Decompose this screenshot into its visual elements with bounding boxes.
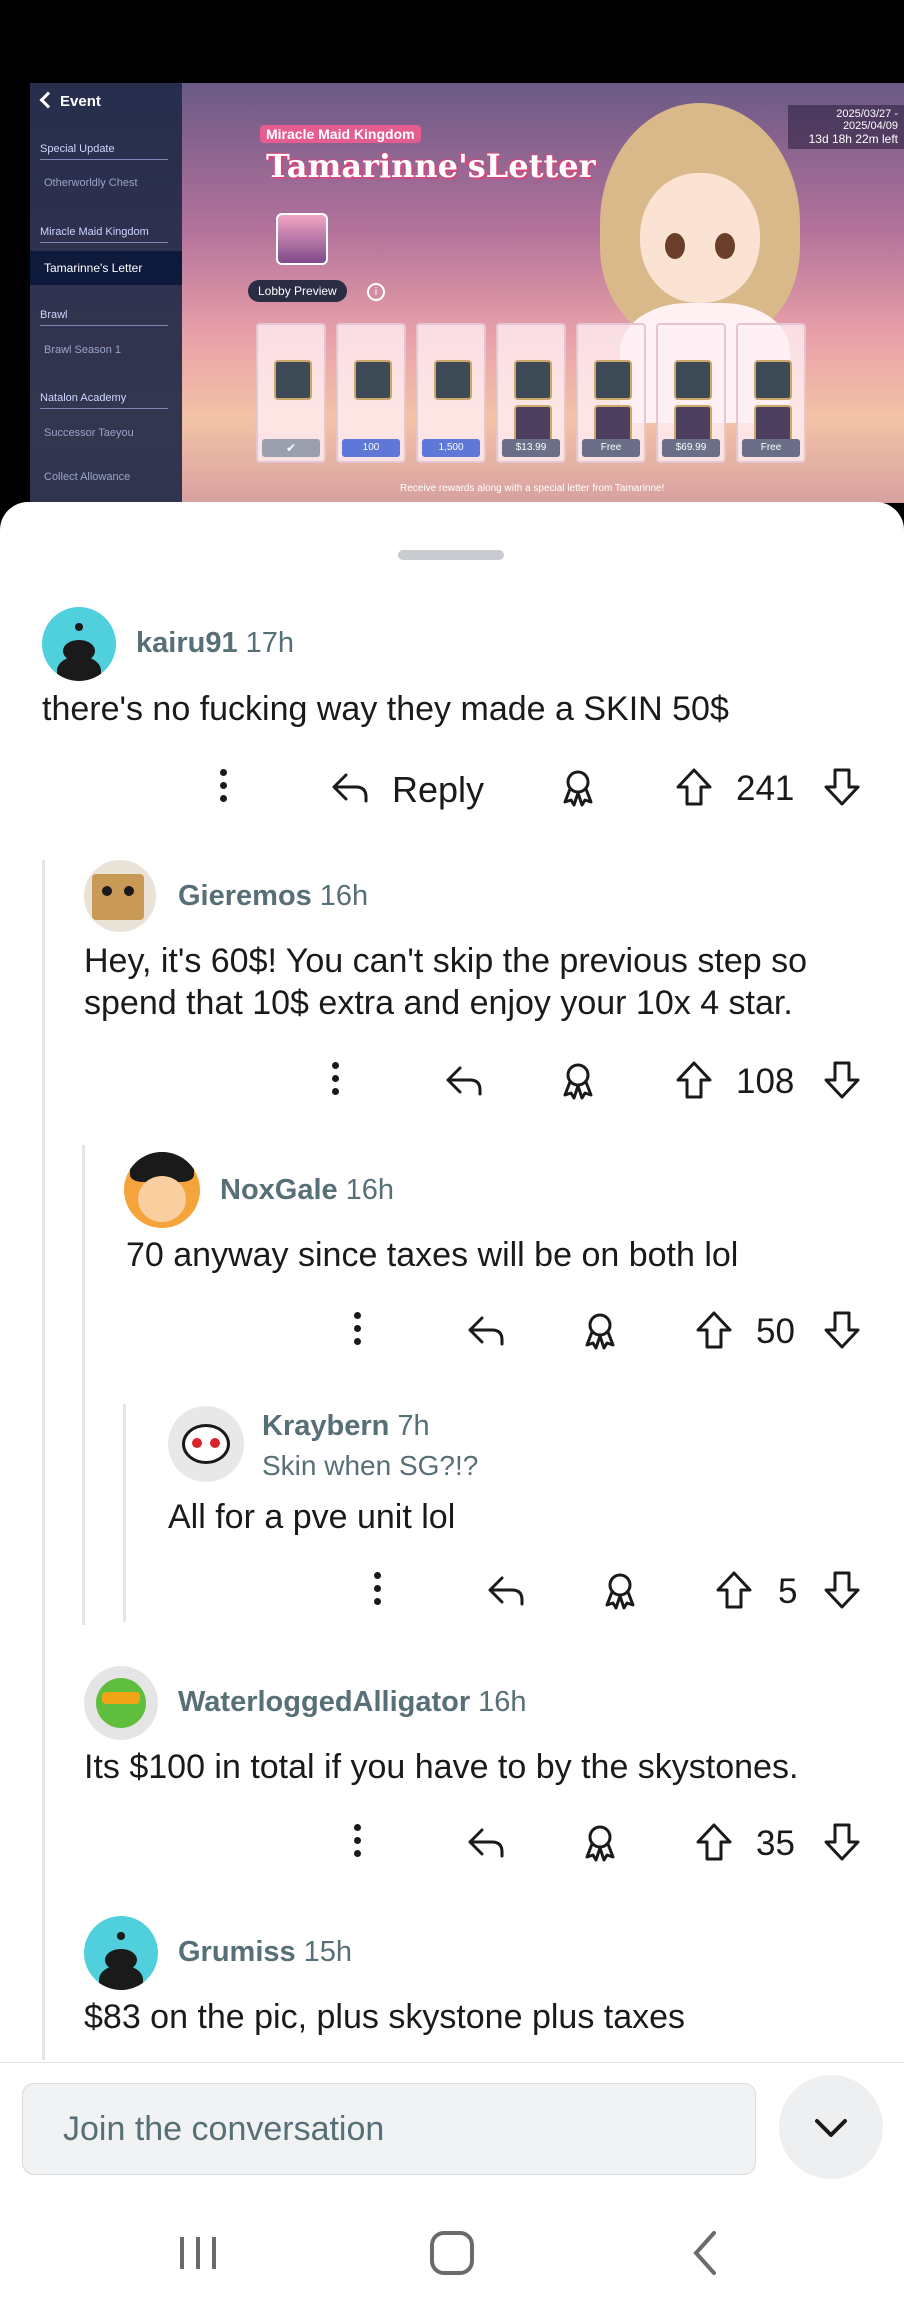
comment-author[interactable]: kairu91 17h [136, 627, 294, 660]
sidebar-section: Special Update [40, 143, 168, 160]
price-label: $13.99 [502, 439, 560, 457]
vote-score: 5 [778, 1572, 798, 1611]
comment-text: $83 on the pic, plus skystone plus taxes [84, 1998, 686, 2036]
thread-line[interactable] [42, 860, 45, 2060]
event-screenshot: Event Special Update Otherworldly Chest … [30, 83, 904, 503]
sidebar-item: Successor Taeyou [44, 427, 134, 439]
sidebar-item: Otherworldly Chest [44, 177, 138, 189]
avatar[interactable] [168, 1406, 244, 1482]
upvote-icon[interactable] [672, 765, 716, 809]
sidebar-item-active: Tamarinne's Letter [30, 251, 182, 285]
comment-actions: 50 [0, 1308, 904, 1358]
reply-icon[interactable] [328, 765, 372, 809]
upvote-icon[interactable] [712, 1568, 756, 1612]
comment-text: Its $100 in total if you have to by the … [84, 1748, 799, 1786]
avatar[interactable] [84, 860, 156, 932]
downvote-icon[interactable] [820, 765, 864, 809]
upvote-icon[interactable] [672, 1058, 716, 1102]
info-icon: i [367, 283, 385, 301]
system-nav-bar [0, 2223, 904, 2316]
price-label: Free [742, 439, 800, 457]
comment-actions: 35 [0, 1820, 904, 1870]
reward-slots: ✔ 100 1,500 $13.99 Free $69.99 Free [256, 323, 826, 463]
downvote-icon[interactable] [820, 1820, 864, 1864]
sheet-drag-handle[interactable] [398, 550, 504, 560]
downvote-icon[interactable] [820, 1308, 864, 1352]
thread-line[interactable] [82, 1145, 85, 1625]
price-label: Free [582, 439, 640, 457]
price-label: ✔ [262, 439, 320, 457]
downvote-icon[interactable] [820, 1058, 864, 1102]
event-dates: 2025/03/27 - 2025/04/09 13d 18h 22m left [788, 105, 904, 149]
collapse-button[interactable] [779, 2075, 883, 2179]
event-caption: Receive rewards along with a special let… [400, 483, 665, 494]
reply-icon[interactable] [464, 1820, 508, 1864]
sidebar-section: Natalon Academy [40, 392, 169, 409]
avatar[interactable] [42, 607, 116, 681]
award-icon[interactable] [578, 1308, 622, 1352]
vote-score: 50 [756, 1312, 795, 1351]
chevron-down-icon [815, 2119, 847, 2137]
comment-author[interactable]: Gieremos 16h [178, 880, 368, 913]
more-options-icon[interactable] [374, 1568, 382, 1612]
back-button[interactable]: Event [39, 91, 101, 110]
sidebar-item: Brawl Season 1 [44, 344, 122, 356]
award-icon[interactable] [598, 1568, 642, 1612]
award-icon[interactable] [556, 765, 600, 809]
join-conversation-input[interactable]: Join the conversation [22, 2083, 756, 2175]
award-icon[interactable] [556, 1058, 600, 1102]
vote-score: 108 [736, 1062, 795, 1101]
avatar[interactable] [84, 1666, 158, 1740]
comment-actions: 5 [0, 1568, 904, 1618]
more-options-icon[interactable] [354, 1820, 362, 1864]
price-label: $69.99 [662, 439, 720, 457]
lobby-preview-button: Lobby Preview [248, 280, 347, 302]
comment-actions: Reply 241 [0, 765, 904, 815]
home-icon[interactable] [424, 2223, 480, 2283]
comment-author[interactable]: WaterloggedAlligator 16h [178, 1686, 527, 1719]
comment-author[interactable]: Grumiss 15h [178, 1936, 352, 1969]
reply-button[interactable]: Reply [392, 769, 484, 811]
recents-icon[interactable] [172, 2223, 224, 2283]
downvote-icon[interactable] [820, 1568, 864, 1612]
comment-text: 70 anyway since taxes will be on both lo… [126, 1236, 739, 1274]
event-title: Tamarinne'sLetter [266, 147, 596, 185]
reply-icon[interactable] [442, 1058, 486, 1102]
user-flair: Skin when SG?!? [262, 1450, 479, 1481]
sidebar-item: Collect Allowance [44, 471, 131, 483]
comment-actions: 108 [0, 1058, 904, 1108]
vote-score: 241 [736, 769, 795, 808]
reply-icon[interactable] [484, 1568, 528, 1612]
sidebar-section: Miracle Maid Kingdom [40, 226, 168, 243]
award-icon[interactable] [578, 1820, 622, 1864]
comment-text: All for a pve unit lol [168, 1498, 456, 1536]
back-icon[interactable] [680, 2223, 732, 2283]
more-options-icon[interactable] [354, 1308, 362, 1352]
price-label: 1,500 [422, 439, 480, 457]
upvote-icon[interactable] [692, 1820, 736, 1864]
more-options-icon[interactable] [332, 1058, 340, 1102]
upvote-icon[interactable] [692, 1308, 736, 1352]
composer-bar: Join the conversation [0, 2062, 904, 2316]
reply-icon[interactable] [464, 1308, 508, 1352]
avatar[interactable] [124, 1152, 200, 1228]
event-sidebar: Event Special Update Otherworldly Chest … [30, 83, 182, 503]
price-label: 100 [342, 439, 400, 457]
comment-text: there's no fucking way they made a SKIN … [42, 690, 729, 728]
more-options-icon[interactable] [220, 765, 228, 809]
chevron-left-icon [39, 91, 57, 109]
event-subtitle: Miracle Maid Kingdom [260, 125, 421, 143]
comment-author[interactable]: Kraybern 7h [262, 1410, 430, 1443]
vote-score: 35 [756, 1824, 795, 1863]
sidebar-section: Brawl [40, 309, 166, 326]
lobby-thumbnail [276, 213, 328, 265]
comment-text: Hey, it's 60$! You can't skip the previo… [84, 942, 807, 1022]
comment-author[interactable]: NoxGale 16h [220, 1174, 394, 1207]
avatar[interactable] [84, 1916, 158, 1990]
